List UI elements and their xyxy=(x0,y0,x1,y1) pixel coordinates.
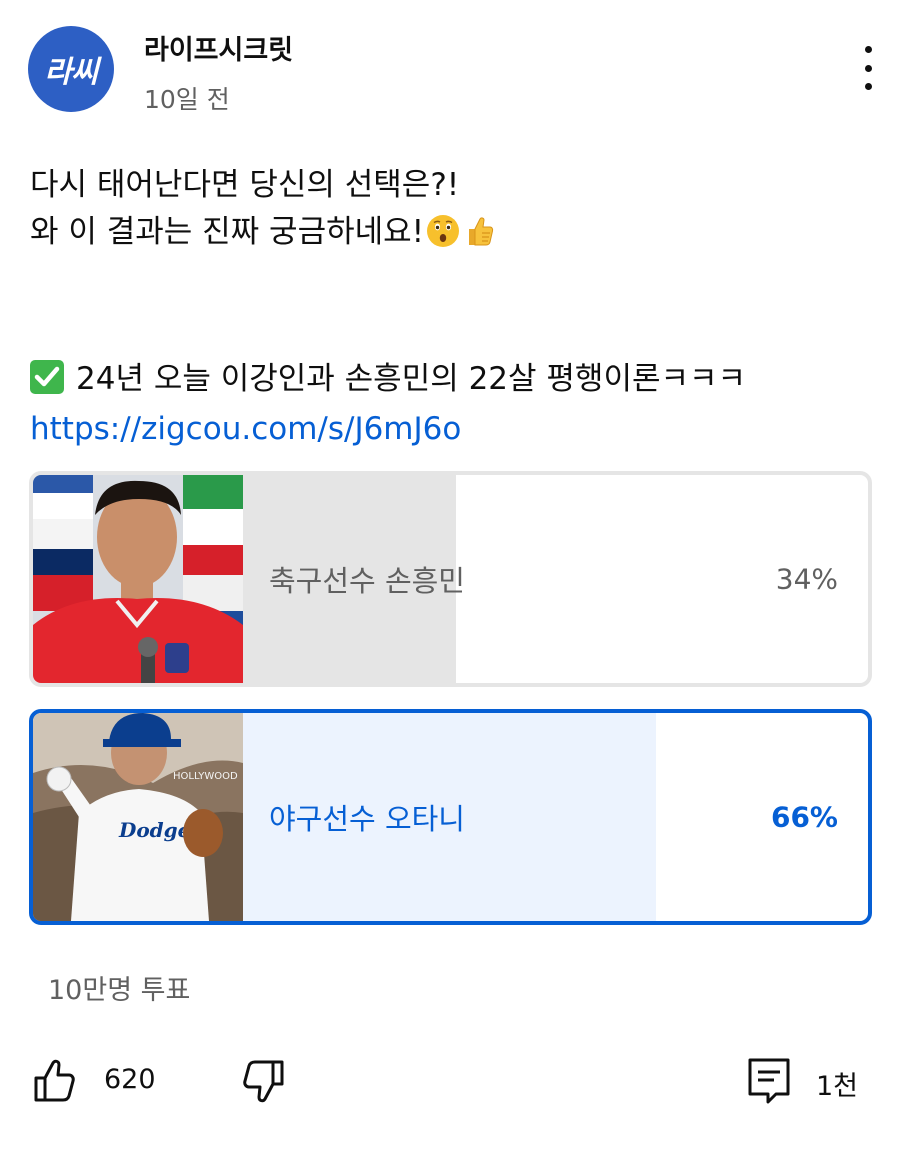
poll-option-1-label: 축구선수 손흥민 xyxy=(269,564,465,598)
channel-avatar[interactable]: 라씨 xyxy=(28,26,114,112)
poll-option-1-image xyxy=(33,475,243,683)
poll-option-1-percent: 34% xyxy=(775,562,838,596)
poll-option-2[interactable]: HOLLYWOOD Dodgers 야구선수 오타니 66% xyxy=(29,709,872,925)
comment-count: 1천 xyxy=(816,1071,859,1102)
check-mark-icon xyxy=(30,359,64,394)
channel-name[interactable]: 라이프시크릿 xyxy=(144,28,293,67)
svg-text:HOLLYWOOD: HOLLYWOOD xyxy=(173,771,238,782)
post-body: 다시 태어난다면 당신의 선택은?! 와 이 결과는 진짜 궁금하네요! xyxy=(30,162,496,256)
astonished-face-emoji-icon xyxy=(427,214,460,247)
vote-count: 10만명 투표 xyxy=(48,975,191,1006)
avatar-text: 라씨 xyxy=(44,55,98,90)
link-url[interactable]: https://zigcou.com/s/J6mJ6o xyxy=(30,406,461,452)
thumbs-up-emoji-icon xyxy=(469,216,494,245)
post-line-2-text: 와 이 결과는 진짜 궁금하네요! xyxy=(30,214,425,250)
thumbs-up-icon xyxy=(34,1059,75,1102)
like-count: 620 xyxy=(104,1064,156,1095)
poll-option-2-image: HOLLYWOOD Dodgers xyxy=(33,713,243,921)
post-line-1: 다시 태어난다면 당신의 선택은?! xyxy=(30,167,460,203)
post-time: 10일 전 xyxy=(144,85,230,114)
post-line-2: 와 이 결과는 진짜 궁금하네요! xyxy=(30,209,496,256)
poll-option-1[interactable]: 축구선수 손흥민 34% xyxy=(29,471,872,687)
comment-icon xyxy=(748,1058,790,1104)
thumbs-down-icon xyxy=(243,1060,284,1103)
poll-option-2-percent: 66% xyxy=(770,800,838,834)
link-description: 24년 오늘 이강인과 손흥민의 22살 평행이론ㅋㅋㅋ xyxy=(30,356,746,402)
more-options-icon[interactable] xyxy=(858,46,878,90)
dislike-button[interactable] xyxy=(240,1058,286,1104)
comment-button[interactable] xyxy=(746,1056,792,1106)
link-description-text: 24년 오늘 이강인과 손흥민의 22살 평행이론ㅋㅋㅋ xyxy=(76,361,747,397)
action-bar: 620 1천 xyxy=(0,1050,900,1110)
like-button[interactable] xyxy=(32,1058,78,1104)
poll-option-2-label: 야구선수 오타니 xyxy=(269,802,465,836)
post-header: 라씨 라이프시크릿 10일 전 xyxy=(28,26,878,116)
